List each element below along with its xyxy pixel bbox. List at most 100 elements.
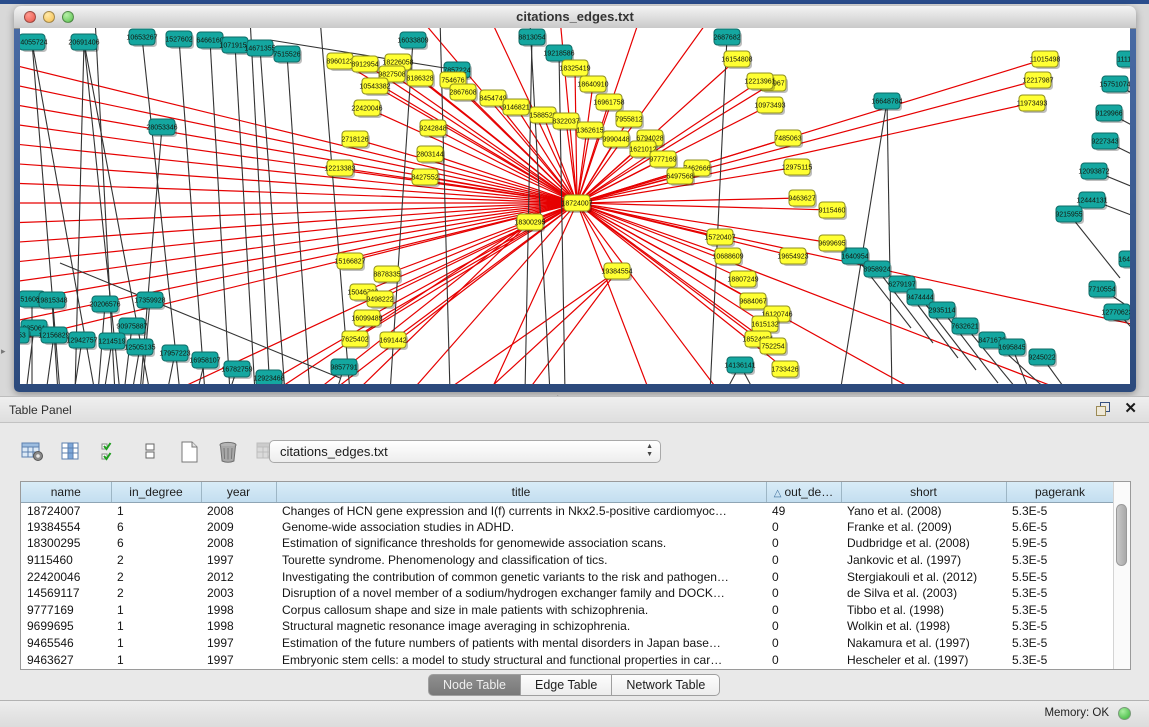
graph-node[interactable]: 1691442 [379,332,408,350]
graph-node[interactable]: 18640910 [577,76,608,94]
table-cell[interactable]: 9777169 [21,602,111,619]
citation-edge-red[interactable] [490,271,617,384]
graph-node[interactable]: 9242848 [419,120,448,138]
graph-node[interactable]: 12923468 [253,370,284,384]
citation-edge-red[interactable] [577,203,728,256]
table-row[interactable]: 2242004622012Investigating the contribut… [21,568,1114,585]
table-cell[interactable]: 6 [111,535,201,552]
select-rows-icon[interactable] [98,439,124,465]
graph-node[interactable]: 16154808 [721,51,752,69]
graph-node[interactable]: 14671355 [244,40,275,58]
table-cell[interactable]: 2 [111,552,201,569]
table-cell[interactable]: 1 [111,651,201,668]
graph-node[interactable]: 18325419 [559,60,590,78]
table-cell[interactable]: 5.9E-5 [1006,535,1114,552]
graph-node[interactable]: 8186328 [406,70,435,88]
graph-node[interactable]: 2935114 [929,302,957,320]
table-cell[interactable]: 22420046 [21,568,111,585]
graph-node[interactable]: 6497568 [666,168,695,186]
graph-node[interactable]: 16782759 [221,361,252,379]
graph-node[interactable]: 7625402 [341,331,370,349]
citation-edge-red[interactable] [340,168,577,203]
table-cell[interactable]: 0 [766,585,841,602]
graph-node[interactable]: 2803144 [416,146,445,164]
table-cell[interactable]: Changes of HCN gene expression and I(f) … [276,502,766,519]
table-cell[interactable]: 5.3E-5 [1006,651,1114,668]
table-cell[interactable]: 2012 [201,568,276,585]
citation-edge-red[interactable] [577,203,1070,384]
graph-node[interactable]: 10653267 [126,29,157,47]
citation-edge-black[interactable] [887,101,892,384]
table-cell[interactable]: 19384554 [21,519,111,536]
graph-node[interactable]: 2687682 [713,29,742,47]
citation-edge-black[interactable] [95,28,115,384]
graph-node[interactable]: 2718126 [341,131,370,149]
table-row[interactable]: 946554611997Estimation of the future num… [21,635,1114,652]
table-cell[interactable]: de Silva et al. (2003) [841,585,1006,602]
citation-edge-black[interactable] [250,28,270,384]
graph-node[interactable]: 12505135 [124,339,155,357]
table-cell[interactable]: 1 [111,602,201,619]
graph-node[interactable]: 8958924 [863,261,892,279]
graph-node[interactable]: 8813054 [518,29,547,47]
select-column-icon[interactable] [59,439,85,465]
network-view-canvas[interactable]: 1405572420691406106532671527602646616010… [20,28,1130,384]
graph-node[interactable]: 752254 [760,338,788,356]
table-cell[interactable]: 1998 [201,618,276,635]
table-cell[interactable]: Jankovic et al. (1997) [841,552,1006,569]
graph-node[interactable]: 12770623 [1101,304,1130,322]
table-cell[interactable]: Stergiakouli et al. (2012) [841,568,1006,585]
graph-node[interactable]: 9245022 [1028,349,1057,367]
table-cell[interactable]: Dudbridge et al. (2008) [841,535,1006,552]
column-header-title[interactable]: title [276,482,766,502]
table-cell[interactable]: 9463627 [21,651,111,668]
graph-node[interactable]: 10688609 [712,248,743,266]
table-cell[interactable]: 1 [111,618,201,635]
graph-node[interactable]: 1111304 [1117,51,1130,69]
table-cell[interactable]: 0 [766,519,841,536]
graph-node[interactable]: 12975115 [782,159,813,177]
graph-node[interactable]: 9699695 [818,235,847,253]
citation-network-graph[interactable]: 1405572420691406106532671527602646616010… [20,28,1130,384]
citation-edge-red[interactable] [350,203,577,261]
graph-node[interactable]: 17957223 [159,345,190,363]
graph-node[interactable]: 12213383 [324,160,355,178]
table-cell[interactable]: 9699695 [21,618,111,635]
graph-node[interactable]: 10543382 [359,78,390,96]
graph-node[interactable]: 1733426 [771,361,800,379]
graph-node[interactable]: 18807249 [727,271,758,289]
scrollbar-thumb[interactable] [1116,504,1127,566]
table-cell[interactable]: 5.3E-5 [1006,635,1114,652]
column-header-out_de[interactable]: △out_de… [766,482,841,502]
table-cell[interactable]: 18724007 [21,502,111,519]
table-row[interactable]: 1872400712008Changes of HCN gene express… [21,502,1114,519]
column-header-name[interactable]: name [21,482,111,502]
graph-node[interactable]: 39153 [20,327,31,345]
graph-node[interactable]: 9990448 [602,131,631,149]
network-window[interactable]: citations_edges.txt 14055724206914061065… [14,6,1136,392]
table-cell[interactable]: 5.3E-5 [1006,618,1114,635]
table-row[interactable]: 1456911722003Disruption of a novel membe… [21,585,1114,602]
graph-node[interactable]: 19384554 [601,263,632,281]
table-cell[interactable]: Embryonic stem cells: a model to study s… [276,651,766,668]
graph-node[interactable]: 9215955 [1055,206,1084,224]
graph-node[interactable]: 22420046 [351,100,382,118]
tab-edge-table[interactable]: Edge Table [521,674,612,696]
table-row[interactable]: 1938455462009Genome-wide association stu… [21,519,1114,536]
table-cell[interactable]: Estimation of the future numbers of pati… [276,635,766,652]
table-cell[interactable]: 0 [766,602,841,619]
graph-node[interactable]: 18300295 [514,214,545,232]
graph-node[interactable]: 9463627 [788,190,817,208]
citation-edge-red[interactable] [577,203,617,271]
citation-edge-black[interactable] [287,54,310,384]
graph-node[interactable]: 16958107 [189,352,220,370]
table-cell[interactable]: 2008 [201,535,276,552]
graph-node[interactable]: 28053346 [146,119,177,137]
table-cell[interactable]: 5.5E-5 [1006,568,1114,585]
table-cell[interactable]: 2 [111,568,201,585]
table-cell[interactable]: 9115460 [21,552,111,569]
graph-node[interactable]: 10973493 [754,97,785,115]
citation-edge-red[interactable] [433,128,577,203]
table-cell[interactable]: 2008 [201,502,276,519]
graph-node[interactable]: 15166827 [334,253,365,271]
